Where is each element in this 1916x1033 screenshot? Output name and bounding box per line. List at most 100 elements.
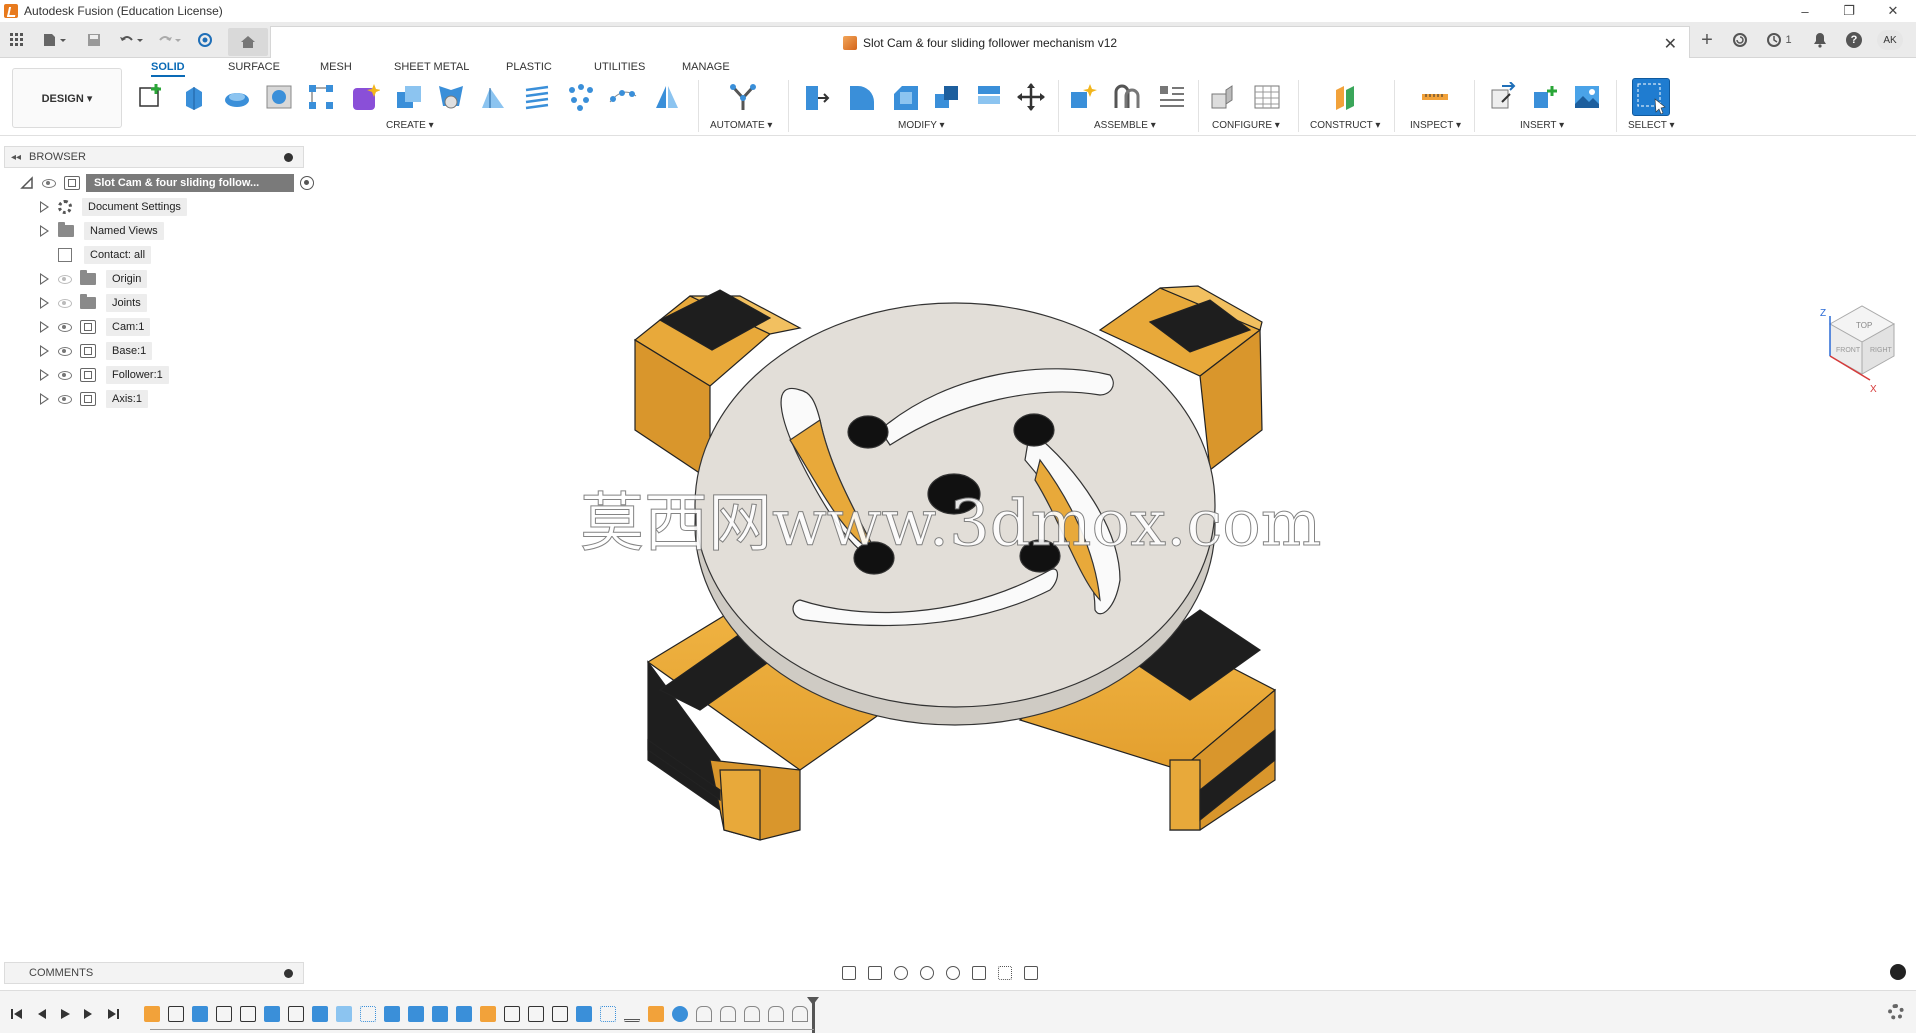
tab-sheet-metal[interactable]: SHEET METAL	[394, 59, 469, 75]
zoom-icon[interactable]	[920, 966, 934, 980]
tab-utilities[interactable]: UTILITIES	[594, 59, 645, 75]
timeline-combine-icon[interactable]	[384, 1006, 400, 1022]
expand-triangle-icon[interactable]	[38, 321, 50, 333]
timeline-revolve-icon[interactable]	[672, 1006, 688, 1022]
timeline-pattern-icon[interactable]	[360, 1006, 376, 1022]
expand-triangle-icon[interactable]	[38, 297, 50, 309]
visibility-eye-icon[interactable]	[58, 298, 72, 308]
path-pattern-icon[interactable]	[608, 82, 638, 112]
revolve-icon[interactable]	[222, 82, 252, 112]
configure-icon[interactable]	[1208, 82, 1238, 112]
undo-icon[interactable]	[116, 30, 146, 50]
add-comment-icon[interactable]	[284, 969, 293, 978]
expand-triangle-icon[interactable]	[38, 345, 50, 357]
home-tab[interactable]	[228, 28, 268, 56]
hole-icon[interactable]	[264, 82, 294, 112]
activate-radio-icon[interactable]	[300, 176, 314, 190]
press-pull-icon[interactable]	[802, 82, 832, 112]
user-avatar[interactable]: AK	[1876, 30, 1904, 50]
cam-mechanism-model[interactable]: 莫西网www.3dmox.com	[0, 136, 1916, 956]
joint-icon[interactable]	[1112, 82, 1142, 112]
tree-item-cam[interactable]: Cam:1	[38, 316, 151, 338]
expanded-triangle-icon[interactable]	[20, 176, 34, 190]
assemble-menu[interactable]: ASSEMBLE ▾	[1094, 120, 1156, 131]
viewcube-right-label[interactable]: RIGHT	[1870, 347, 1893, 354]
visibility-eye-icon[interactable]	[42, 178, 56, 188]
select-tool-button[interactable]	[1632, 78, 1670, 116]
visibility-eye-icon[interactable]	[58, 346, 72, 356]
timeline-pattern-icon[interactable]	[600, 1006, 616, 1022]
collapse-bottom-icon[interactable]	[1890, 964, 1906, 980]
tree-item-base[interactable]: Base:1	[38, 340, 153, 362]
orbit-icon[interactable]	[842, 966, 856, 980]
insert-canvas-icon[interactable]	[1572, 82, 1602, 112]
expand-triangle-icon[interactable]	[38, 201, 50, 213]
timeline-sketch-icon[interactable]	[240, 1006, 256, 1022]
online-status-icon[interactable]	[1730, 30, 1750, 50]
go-to-start-icon[interactable]	[10, 1007, 24, 1021]
viewcube[interactable]: TOP FRONT RIGHT Z X	[1810, 294, 1900, 395]
timeline-sketch-icon[interactable]	[288, 1006, 304, 1022]
draft-icon[interactable]	[478, 82, 508, 112]
chamfer-icon[interactable]	[890, 82, 920, 112]
timeline-marker[interactable]	[807, 997, 819, 1033]
browser-header[interactable]: ◂◂ BROWSER	[4, 146, 304, 168]
select-menu[interactable]: SELECT ▾	[1628, 120, 1675, 131]
pattern-icon[interactable]	[306, 82, 336, 112]
step-back-icon[interactable]	[34, 1007, 48, 1021]
tree-item-axis[interactable]: Axis:1	[38, 388, 148, 410]
insert-menu[interactable]: INSERT ▾	[1520, 120, 1564, 131]
timeline-joint-icon[interactable]	[744, 1006, 760, 1022]
timeline-sketch-icon[interactable]	[216, 1006, 232, 1022]
close-window-button[interactable]: ✕	[1870, 0, 1916, 22]
viewports-icon[interactable]	[1024, 966, 1038, 980]
expand-triangle-icon[interactable]	[38, 273, 50, 285]
timeline-joint-icon[interactable]	[720, 1006, 736, 1022]
timeline-extrude-icon[interactable]	[264, 1006, 280, 1022]
automate-menu[interactable]: AUTOMATE ▾	[710, 120, 772, 131]
notifications-bell-icon[interactable]	[1810, 30, 1830, 50]
visibility-eye-icon[interactable]	[58, 370, 72, 380]
data-panel-icon[interactable]	[196, 30, 214, 50]
timeline-component-icon[interactable]	[648, 1006, 664, 1022]
viewcube-top-label[interactable]: TOP	[1856, 321, 1872, 330]
timeline-joint-icon[interactable]	[696, 1006, 712, 1022]
split-body-icon[interactable]	[974, 82, 1004, 112]
create-sketch-icon[interactable]	[136, 82, 166, 112]
redo-icon[interactable]	[154, 30, 184, 50]
insert-derive-icon[interactable]	[1488, 82, 1518, 112]
visibility-eye-icon[interactable]	[58, 274, 72, 284]
timeline-settings-gear-icon[interactable]	[1888, 1004, 1904, 1020]
play-icon[interactable]	[58, 1007, 72, 1021]
timeline-sketch-icon[interactable]	[168, 1006, 184, 1022]
pan-hand-icon[interactable]	[894, 966, 908, 980]
timeline-component-icon[interactable]	[480, 1006, 496, 1022]
expand-triangle-icon[interactable]	[38, 225, 50, 237]
tree-root[interactable]: Slot Cam & four sliding follow...	[20, 172, 314, 194]
save-icon[interactable]	[84, 30, 104, 50]
point-pattern-icon[interactable]	[566, 82, 596, 112]
restore-button[interactable]: ❐	[1826, 0, 1872, 22]
close-tab-icon[interactable]: ✕	[1664, 34, 1677, 54]
timeline-joint-icon[interactable]	[768, 1006, 784, 1022]
tree-item-origin[interactable]: Origin	[38, 268, 148, 290]
fillet-icon[interactable]	[846, 82, 876, 112]
new-component-icon[interactable]	[1068, 82, 1098, 112]
look-at-icon[interactable]	[868, 966, 882, 980]
tree-item-named-views[interactable]: Named Views	[38, 220, 164, 242]
measure-icon[interactable]	[1420, 82, 1450, 112]
timeline-sketch-icon[interactable]	[504, 1006, 520, 1022]
visibility-eye-icon[interactable]	[58, 322, 72, 332]
tab-surface[interactable]: SURFACE	[228, 59, 280, 75]
tab-solid[interactable]: SOLID	[151, 59, 185, 77]
timeline-combine-icon[interactable]	[456, 1006, 472, 1022]
timeline-feature-icon[interactable]	[144, 1006, 160, 1022]
timeline-joint-icon[interactable]	[792, 1006, 808, 1022]
expand-triangle-icon[interactable]	[38, 369, 50, 381]
combine-icon[interactable]	[394, 82, 424, 112]
minimize-button[interactable]: –	[1782, 0, 1828, 22]
extrude-icon[interactable]	[180, 82, 210, 112]
document-tab[interactable]: Slot Cam & four sliding follower mechani…	[270, 26, 1690, 58]
move-copy-icon[interactable]	[1016, 82, 1046, 112]
tab-manage[interactable]: MANAGE	[682, 59, 730, 75]
